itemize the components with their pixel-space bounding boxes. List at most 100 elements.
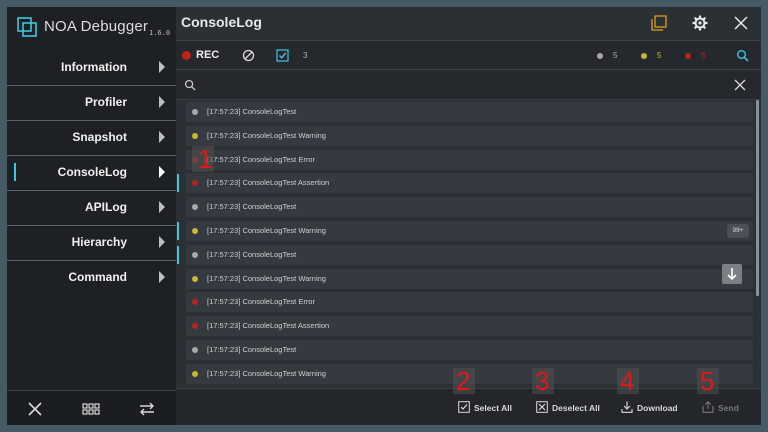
log-icon bbox=[192, 204, 198, 211]
filter-count: 3 bbox=[303, 51, 308, 60]
divider bbox=[7, 50, 176, 51]
divider bbox=[7, 225, 176, 226]
callout-5: 5 bbox=[700, 366, 715, 396]
rec-button[interactable]: REC bbox=[196, 49, 219, 61]
close-icon[interactable] bbox=[733, 15, 749, 31]
select-all-button[interactable]: Select All bbox=[458, 400, 523, 416]
sidebar-item-command[interactable]: Command bbox=[7, 260, 176, 295]
divider bbox=[7, 120, 176, 121]
log-message: [17:57:23] ConsoleLogTest bbox=[207, 345, 297, 354]
selected-marker bbox=[177, 222, 179, 240]
chevron-right-icon bbox=[159, 61, 165, 73]
log-row[interactable]: [17:57:23] ConsoleLogTest Error bbox=[186, 149, 753, 170]
sidebar-item-profiler[interactable]: Profiler bbox=[7, 85, 176, 120]
callout-2: 2 bbox=[456, 366, 471, 396]
count-badge: 99+ bbox=[727, 224, 749, 238]
log-list[interactable]: [17:57:23] ConsoleLogTest [17:57:23] Con… bbox=[176, 100, 761, 388]
sidebar-item-hierarchy[interactable]: Hierarchy bbox=[7, 225, 176, 260]
log-icon bbox=[192, 251, 198, 258]
sidebar-item-label: Information bbox=[61, 60, 127, 74]
divider bbox=[7, 155, 176, 156]
chevron-right-icon bbox=[159, 96, 165, 108]
error-level-icon[interactable] bbox=[685, 53, 691, 59]
log-row[interactable]: [17:57:23] ConsoleLogTest bbox=[186, 340, 753, 360]
log-row[interactable]: [17:57:23] ConsoleLogTest Warning 99+ bbox=[177, 221, 753, 241]
error-count: 5 bbox=[701, 51, 706, 60]
warning-level-icon[interactable] bbox=[641, 53, 647, 59]
log-message: [17:57:23] ConsoleLogTest Error bbox=[207, 297, 315, 307]
chevron-right-icon bbox=[159, 201, 165, 213]
chevron-right-icon bbox=[159, 166, 165, 178]
log-icon bbox=[192, 109, 198, 115]
close-icon[interactable] bbox=[26, 400, 44, 418]
rec-indicator-icon[interactable] bbox=[182, 51, 191, 60]
log-message: [17:57:23] ConsoleLogTest Error bbox=[207, 154, 315, 164]
page-title: ConsoleLog bbox=[181, 14, 262, 30]
share-icon bbox=[702, 401, 714, 413]
scroll-to-bottom-button[interactable] bbox=[722, 264, 742, 284]
callout-4: 4 bbox=[620, 366, 635, 396]
log-message: [17:57:23] ConsoleLogTest Assertion bbox=[207, 178, 330, 188]
grid-icon[interactable] bbox=[82, 400, 100, 418]
gear-icon[interactable] bbox=[692, 15, 708, 31]
chevron-right-icon bbox=[159, 236, 165, 248]
checkbox-filter-icon[interactable] bbox=[276, 49, 289, 62]
sidebar-nav: Information Profiler Snapshot ConsoleLog bbox=[7, 50, 176, 295]
send-button[interactable]: Send bbox=[702, 400, 752, 416]
log-row[interactable]: [17:57:23] ConsoleLogTest Warning bbox=[186, 125, 753, 146]
log-row[interactable]: [17:57:23] ConsoleLogTest Warning bbox=[186, 268, 753, 289]
log-message: [17:57:23] ConsoleLogTest Warning bbox=[207, 130, 326, 140]
clear-icon[interactable] bbox=[242, 49, 255, 62]
chevron-right-icon bbox=[159, 271, 165, 283]
log-row[interactable]: [17:57:23] ConsoleLogTest Assertion bbox=[186, 316, 753, 337]
warning-icon bbox=[192, 132, 198, 139]
callout-3: 3 bbox=[535, 366, 550, 396]
log-message: [17:57:23] ConsoleLogTest Warning bbox=[207, 226, 326, 235]
checkbox-x-icon bbox=[536, 401, 548, 413]
sidebar-item-label: ConsoleLog bbox=[57, 165, 127, 179]
warning-icon bbox=[192, 370, 198, 377]
noa-logo-icon bbox=[17, 17, 37, 37]
sidebar-item-label: Hierarchy bbox=[71, 235, 127, 249]
float-window-icon[interactable] bbox=[651, 15, 667, 31]
scrollbar[interactable] bbox=[756, 100, 759, 296]
log-row[interactable]: [17:57:23] ConsoleLogTest bbox=[186, 102, 753, 122]
app-logo: NOA Debugger 1.6.0 bbox=[17, 17, 172, 47]
download-button[interactable]: Download bbox=[621, 400, 696, 416]
log-row[interactable]: [17:57:23] ConsoleLogTest Error bbox=[186, 292, 753, 313]
deselect-all-button[interactable]: Deselect All bbox=[536, 400, 616, 416]
sidebar-item-consolelog[interactable]: ConsoleLog bbox=[7, 155, 176, 190]
error-icon bbox=[192, 180, 198, 187]
log-message: [17:57:23] ConsoleLogTest bbox=[207, 249, 297, 259]
sidebar-item-label: Snapshot bbox=[72, 130, 127, 144]
error-icon bbox=[192, 323, 198, 330]
selected-marker bbox=[177, 174, 179, 193]
sidebar-item-apilog[interactable]: APILog bbox=[7, 190, 176, 225]
warning-icon bbox=[192, 228, 198, 234]
search-bar[interactable] bbox=[176, 70, 761, 100]
debugger-window: NOA Debugger 1.6.0 Information Profiler … bbox=[7, 7, 761, 425]
sidebar-item-label: Command bbox=[68, 270, 127, 284]
sidebar-bottom-bar bbox=[7, 390, 176, 425]
sidebar: NOA Debugger 1.6.0 Information Profiler … bbox=[7, 7, 176, 425]
divider bbox=[7, 190, 176, 191]
log-row[interactable]: [17:57:23] ConsoleLogTest bbox=[186, 197, 753, 218]
send-label: Send bbox=[718, 403, 739, 413]
search-icon bbox=[184, 79, 196, 91]
log-icon bbox=[192, 347, 198, 353]
log-level-icon[interactable] bbox=[597, 53, 603, 59]
search-toggle-icon[interactable] bbox=[736, 49, 749, 62]
deselect-all-label: Deselect All bbox=[552, 403, 600, 413]
warning-icon bbox=[192, 275, 198, 282]
log-row[interactable]: [17:57:23] ConsoleLogTest bbox=[177, 244, 753, 265]
checkbox-checked-icon bbox=[458, 401, 470, 413]
log-count: 5 bbox=[613, 51, 618, 60]
sidebar-item-information[interactable]: Information bbox=[7, 50, 176, 85]
log-row[interactable]: [17:57:23] ConsoleLogTest Assertion bbox=[177, 173, 753, 194]
swap-icon[interactable] bbox=[138, 400, 156, 418]
sidebar-item-snapshot[interactable]: Snapshot bbox=[7, 120, 176, 155]
divider bbox=[7, 85, 176, 86]
select-all-label: Select All bbox=[474, 403, 512, 413]
chevron-right-icon bbox=[159, 131, 165, 143]
clear-search-icon[interactable] bbox=[734, 79, 746, 91]
